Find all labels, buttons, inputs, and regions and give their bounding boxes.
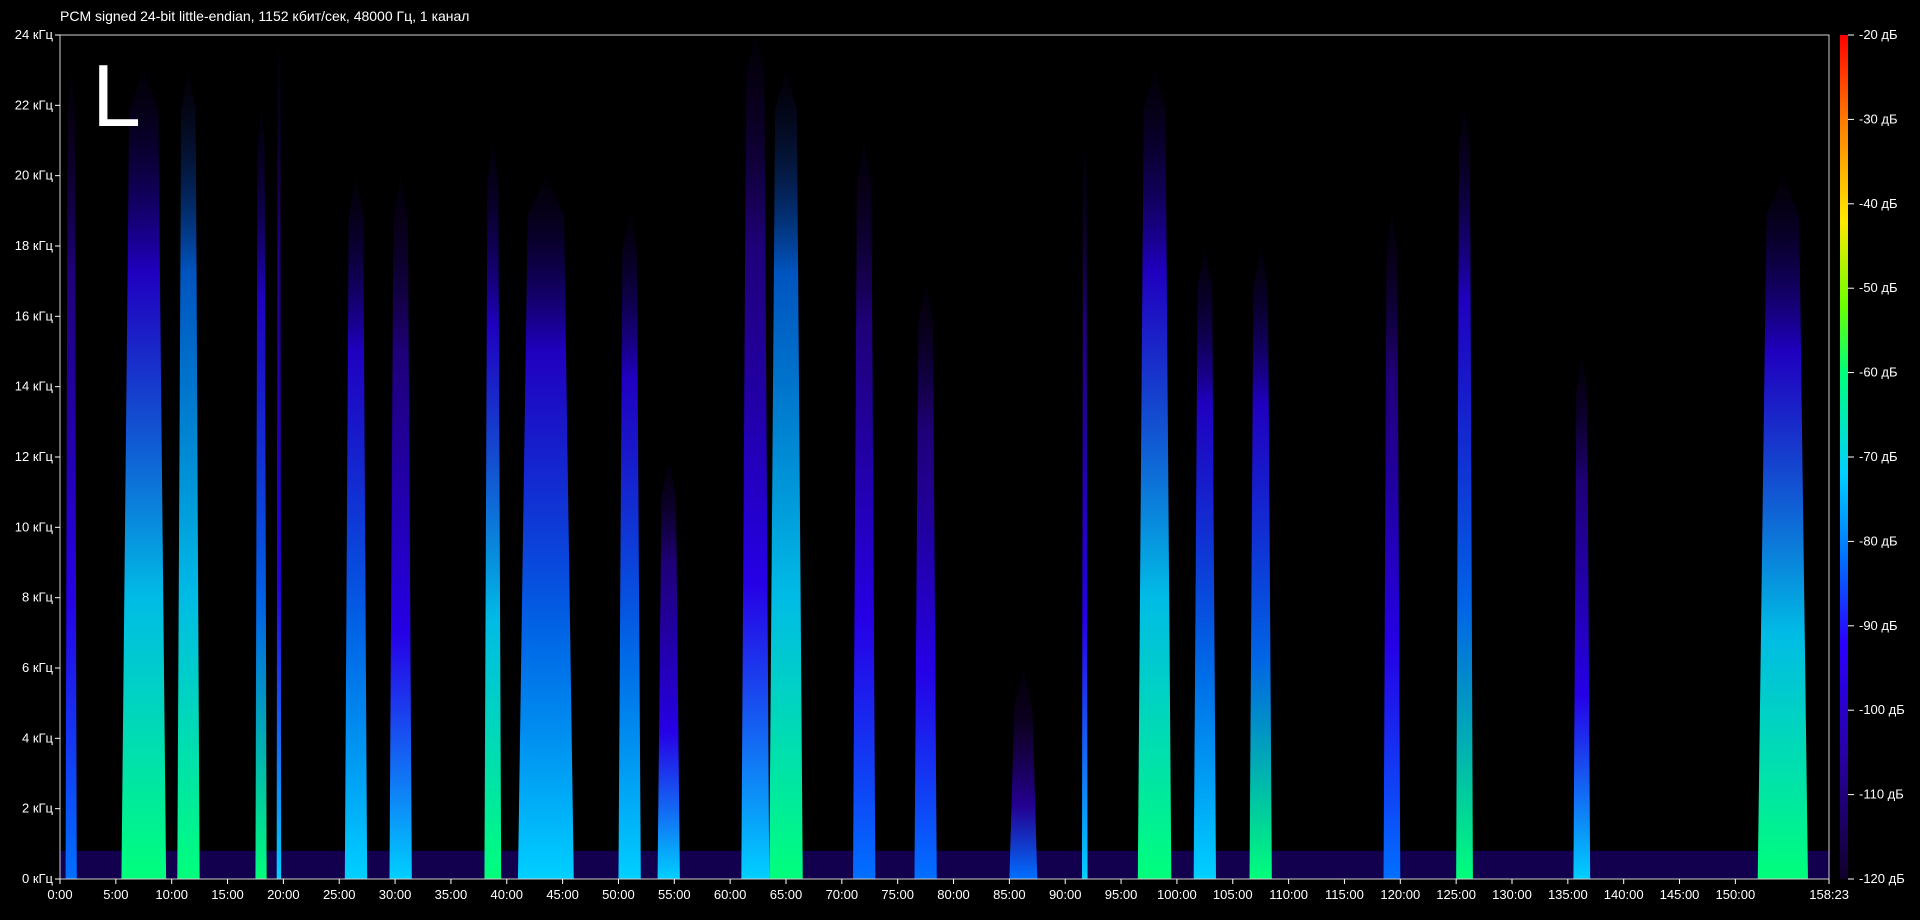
energy-burst-12: [769, 70, 803, 879]
energy-burst-8: [517, 175, 574, 879]
spectrogram-chart: 0 кГц 2 кГц 4 кГц 6 кГц 8 кГц 10 кГц 12 кГц 14 …: [15, 27, 1905, 902]
energy-burst-22: [1573, 351, 1591, 879]
x-tick-label-20: 100:00: [1157, 887, 1197, 902]
y-tick-label-5: 10 кГц: [15, 519, 54, 534]
x-tick-label-31: 158:23: [1809, 887, 1849, 902]
energy-burst-10: [657, 457, 680, 879]
x-tick-label-14: 70:00: [826, 887, 859, 902]
colorbar-tick-label-9: -110 дБ: [1859, 787, 1904, 802]
energy-burst-23: [1757, 175, 1808, 879]
x-tick-label-23: 115:00: [1325, 887, 1364, 902]
energy-burst-6: [389, 175, 412, 879]
energy-burst-5: [344, 175, 368, 879]
noise-floor-band: [60, 850, 1829, 879]
colorbar-tick-label-2: -40 дБ: [1859, 196, 1898, 211]
energy-burst-18: [1193, 246, 1217, 879]
energy-burst-9: [618, 210, 641, 880]
x-tick-label-8: 40:00: [490, 887, 523, 902]
x-tick-label-29: 145:00: [1660, 887, 1700, 902]
x-tick-label-21: 105:00: [1213, 887, 1253, 902]
x-tick-label-19: 95:00: [1105, 887, 1138, 902]
x-tick-label-11: 55:00: [658, 887, 691, 902]
y-tick-label-6: 12 кГц: [15, 449, 54, 464]
x-tick-label-27: 135:00: [1548, 887, 1588, 902]
x-tick-label-13: 65:00: [770, 887, 803, 902]
energy-burst-20: [1383, 210, 1401, 880]
x-tick-label-6: 30:00: [379, 887, 412, 902]
colorbar-tick-label-10: -120 дБ: [1859, 871, 1905, 886]
x-tick-label-18: 90:00: [1049, 887, 1082, 902]
x-tick-label-22: 110:00: [1269, 887, 1308, 902]
x-tick-label-17: 85:00: [993, 887, 1026, 902]
y-tick-label-4: 8 кГц: [22, 590, 54, 605]
x-tick-label-15: 75:00: [881, 887, 914, 902]
y-tick-label-9: 18 кГц: [15, 238, 54, 253]
colorbar-tick-label-1: -30 дБ: [1859, 111, 1898, 126]
x-tick-label-16: 80:00: [937, 887, 970, 902]
colorbar-tick-label-0: -20 дБ: [1859, 27, 1898, 42]
energy-burst-13: [853, 140, 876, 879]
energy-burst-1: [121, 70, 167, 879]
y-tick-label-3: 6 кГц: [22, 660, 54, 675]
energy-burst-21: [1456, 105, 1473, 880]
x-tick-label-9: 45:00: [546, 887, 579, 902]
x-tick-label-30: 150:00: [1715, 887, 1755, 902]
energy-burst-17: [1137, 70, 1172, 879]
energy-burst-15: [1009, 668, 1038, 879]
energy-burst-2: [177, 70, 200, 879]
x-tick-label-10: 50:00: [602, 887, 635, 902]
colorbar-tick-label-3: -50 дБ: [1859, 280, 1898, 295]
db-colorbar: [1840, 35, 1848, 879]
energy-burst-19: [1249, 246, 1272, 879]
y-tick-label-1: 2 кГц: [22, 801, 54, 816]
y-tick-label-2: 4 кГц: [22, 730, 54, 745]
y-tick-label-8: 16 кГц: [15, 308, 54, 323]
x-tick-label-3: 15:00: [211, 887, 244, 902]
colorbar-tick-label-5: -70 дБ: [1859, 449, 1898, 464]
y-tick-label-11: 22 кГц: [15, 97, 54, 112]
energy-burst-7: [484, 140, 502, 879]
energy-burst-3: [255, 105, 267, 880]
plot-frame: [59, 34, 1830, 880]
energy-burst-4: [276, 35, 282, 879]
x-tick-label-7: 35:00: [435, 887, 468, 902]
x-tick-label-26: 130:00: [1492, 887, 1532, 902]
energy-burst-16: [1081, 140, 1088, 879]
x-tick-label-12: 60:00: [714, 887, 747, 902]
y-tick-label-0: 0 кГц: [22, 871, 54, 886]
x-tick-label-4: 20:00: [267, 887, 300, 902]
energy-burst-11: [741, 35, 770, 879]
channel-label: L: [92, 46, 141, 145]
x-tick-label-0: 0:00: [47, 887, 72, 902]
x-tick-label-28: 140:00: [1604, 887, 1644, 902]
x-tick-label-1: 5:00: [103, 887, 128, 902]
y-tick-label-12: 24 кГц: [15, 27, 54, 42]
y-tick-label-7: 14 кГц: [15, 379, 54, 394]
x-tick-label-24: 120:00: [1380, 887, 1420, 902]
y-tick-label-10: 20 кГц: [15, 168, 54, 183]
colorbar-tick-label-6: -80 дБ: [1859, 533, 1898, 548]
x-tick-label-2: 10:00: [155, 887, 188, 902]
colorbar-tick-label-7: -90 дБ: [1859, 618, 1898, 633]
energy-burst-0: [65, 70, 77, 879]
x-tick-label-25: 125:00: [1436, 887, 1476, 902]
energy-burst-14: [914, 281, 937, 880]
x-tick-label-5: 25:00: [323, 887, 356, 902]
colorbar-tick-label-4: -60 дБ: [1859, 365, 1898, 380]
colorbar-tick-label-8: -100 дБ: [1859, 702, 1905, 717]
